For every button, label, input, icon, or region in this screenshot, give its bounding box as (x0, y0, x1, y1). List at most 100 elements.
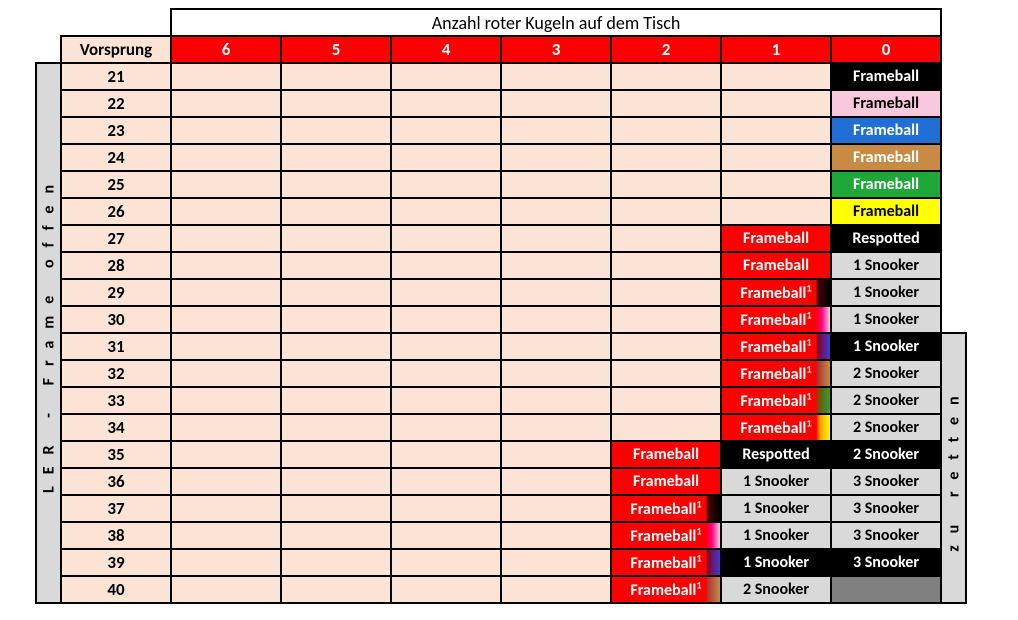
data-cell: Frameball1 (721, 387, 831, 414)
data-cell (281, 441, 391, 468)
lead-cell: 26 (61, 198, 171, 225)
table-row: 27FrameballRespotted (10, 225, 980, 252)
data-cell (171, 549, 281, 576)
data-cell (391, 144, 501, 171)
data-cell (171, 63, 281, 90)
data-cell (501, 117, 611, 144)
lead-cell: 22 (61, 90, 171, 117)
data-cell (501, 387, 611, 414)
data-cell (281, 198, 391, 225)
table-row: 38Frameball11 Snooker3 Snooker (10, 522, 980, 549)
data-cell (501, 225, 611, 252)
data-cell (391, 549, 501, 576)
data-cell (611, 63, 721, 90)
data-cell: Frameball (831, 198, 941, 225)
data-cell (391, 90, 501, 117)
data-cell (391, 333, 501, 360)
data-cell: Frameball (721, 252, 831, 279)
data-cell (281, 306, 391, 333)
data-cell: 2 Snooker (831, 441, 941, 468)
data-cell: 1 Snooker (831, 279, 941, 306)
data-cell (501, 468, 611, 495)
data-cell (281, 225, 391, 252)
data-cell (391, 360, 501, 387)
data-cell: 2 Snooker (831, 387, 941, 414)
data-cell: 2 Snooker (721, 576, 831, 603)
data-cell (391, 198, 501, 225)
header-row: Vorsprung 6 5 4 3 2 1 0 (10, 36, 980, 63)
data-cell: Frameball (611, 441, 721, 468)
data-cell: 3 Snooker (831, 549, 941, 576)
data-cell (501, 198, 611, 225)
data-cell: Respotted (721, 441, 831, 468)
lead-cell: 34 (61, 414, 171, 441)
data-cell (171, 306, 281, 333)
data-cell (391, 576, 501, 603)
data-cell (391, 306, 501, 333)
lead-cell: 39 (61, 549, 171, 576)
page: Anzahl roter Kugeln auf dem Tisch Vorspr… (0, 0, 1018, 620)
data-cell: Frameball1 (721, 279, 831, 306)
data-cell (281, 333, 391, 360)
data-cell (171, 117, 281, 144)
data-cell (171, 198, 281, 225)
table-row: 37Frameball11 Snooker3 Snooker (10, 495, 980, 522)
data-cell: 1 Snooker (831, 252, 941, 279)
data-cell (721, 90, 831, 117)
data-cell (501, 333, 611, 360)
data-cell (281, 63, 391, 90)
data-cell (391, 279, 501, 306)
data-cell (171, 414, 281, 441)
data-cell (171, 468, 281, 495)
data-cell: Frameball1 (611, 549, 721, 576)
lead-cell: 29 (61, 279, 171, 306)
data-cell (281, 549, 391, 576)
col-header: 5 (281, 36, 391, 63)
data-cell: Frameball (611, 468, 721, 495)
col-header: 1 (721, 36, 831, 63)
col-header: 6 (171, 36, 281, 63)
table-row: 33 Frameball12 Snooker (10, 387, 980, 414)
lead-cell: 23 (61, 117, 171, 144)
lead-cell: 24 (61, 144, 171, 171)
data-cell: Frameball1 (721, 360, 831, 387)
data-cell: Frameball (831, 171, 941, 198)
data-cell: Frameball (831, 90, 941, 117)
lead-cell: 36 (61, 468, 171, 495)
data-cell (611, 171, 721, 198)
table-row: 22 Frameball (10, 90, 980, 117)
data-cell (391, 117, 501, 144)
data-cell (391, 495, 501, 522)
table-row: 24Frameball (10, 144, 980, 171)
data-cell: Frameball (831, 117, 941, 144)
data-cell (831, 576, 941, 603)
data-cell (281, 522, 391, 549)
data-cell (171, 522, 281, 549)
data-cell: 1 Snooker (721, 495, 831, 522)
data-cell (501, 360, 611, 387)
data-cell (281, 144, 391, 171)
data-cell (501, 441, 611, 468)
col-header: 0 (831, 36, 941, 63)
data-cell (281, 252, 391, 279)
data-cell (171, 225, 281, 252)
data-cell (391, 468, 501, 495)
data-cell: Frameball1 (611, 495, 721, 522)
data-cell (281, 171, 391, 198)
data-cell (171, 441, 281, 468)
lead-cell: 33 (61, 387, 171, 414)
data-cell (171, 495, 281, 522)
data-cell (281, 495, 391, 522)
data-cell (391, 414, 501, 441)
table-row: 31Frameball11 Snookerzu retten (10, 333, 980, 360)
data-cell (721, 144, 831, 171)
data-cell (391, 225, 501, 252)
data-cell (501, 522, 611, 549)
data-cell (611, 360, 721, 387)
data-cell (721, 171, 831, 198)
data-cell (171, 360, 281, 387)
data-cell (281, 468, 391, 495)
table-row: 36Frameball1 Snooker3 Snooker (10, 468, 980, 495)
data-cell: Frameball (831, 63, 941, 90)
table-title: Anzahl roter Kugeln auf dem Tisch (171, 9, 941, 36)
